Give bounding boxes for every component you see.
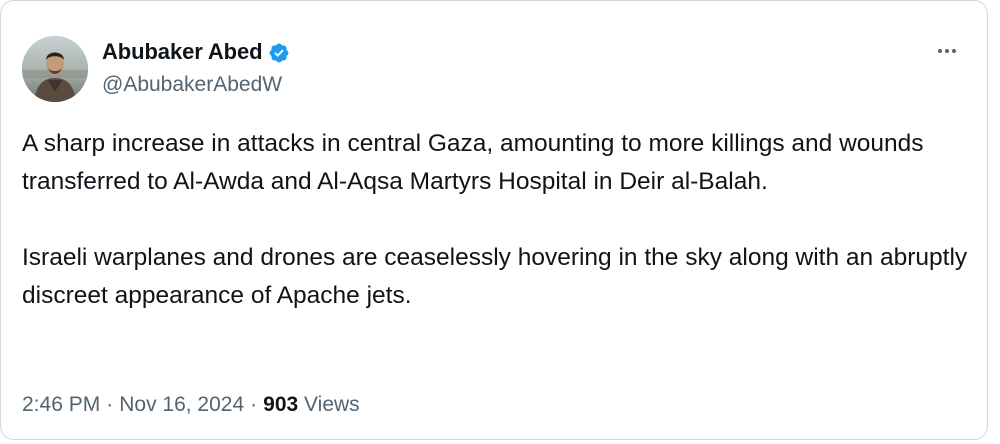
more-dot: [945, 49, 949, 53]
tweet-text: A sharp increase in attacks in central G…: [22, 125, 972, 315]
meta-separator: ·: [106, 393, 114, 416]
tweet-card: Abubaker Abed @AbubakerAbedW A sharp inc…: [0, 0, 988, 440]
author-display-name[interactable]: Abubaker Abed: [102, 39, 263, 65]
tweet-paragraph: Israeli warplanes and drones are ceasele…: [22, 244, 968, 309]
more-options-button[interactable]: [925, 37, 969, 65]
tweet-time[interactable]: 2:46 PM: [22, 393, 100, 416]
avatar[interactable]: [22, 36, 88, 102]
tweet-paragraph: A sharp increase in attacks in central G…: [22, 130, 924, 195]
more-horizontal-icon: [938, 49, 942, 53]
verified-badge-icon: [268, 42, 290, 64]
tweet-date[interactable]: Nov 16, 2024: [119, 393, 244, 416]
author-name-row: Abubaker Abed: [102, 39, 290, 65]
tweet-meta: 2:46 PM · Nov 16, 2024 · 903 Views: [22, 393, 360, 417]
more-dot: [952, 49, 956, 53]
views-count: 903: [263, 393, 299, 416]
views-label: Views: [304, 393, 360, 416]
author-handle[interactable]: @AbubakerAbedW: [102, 73, 282, 97]
profile-photo: [22, 36, 88, 102]
meta-separator: ·: [250, 393, 258, 416]
